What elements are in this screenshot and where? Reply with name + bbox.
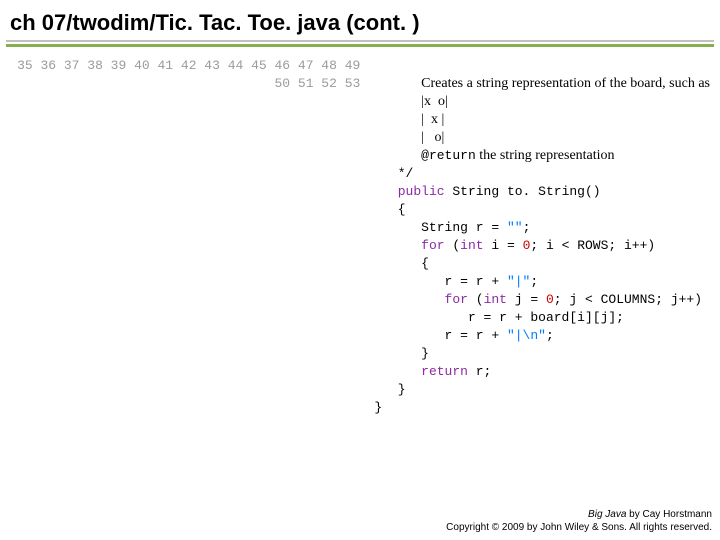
slide-title: ch 07/twodim/Tic. Tac. Toe. java (cont. …	[0, 0, 720, 40]
code-line: public String to. String()	[374, 184, 600, 199]
code-line: for (int i = 0; i < ROWS; i++)	[374, 238, 655, 253]
footer-line-2: Copyright © 2009 by John Wiley & Sons. A…	[446, 521, 712, 534]
line-number-gutter: 35 36 37 38 39 40 41 42 43 44 45 46 47 4…	[10, 57, 374, 93]
code-line: | x |	[374, 112, 444, 127]
code-line: }	[374, 400, 382, 415]
code-line: }	[374, 382, 405, 397]
code-line: @return the string representation	[374, 148, 614, 163]
code-block: 35 36 37 38 39 40 41 42 43 44 45 46 47 4…	[0, 47, 720, 417]
code-line: |x o|	[374, 94, 447, 109]
code-line: return r;	[374, 364, 491, 379]
slide-footer: Big Java by Cay Horstmann Copyright © 20…	[446, 508, 712, 534]
code-line: r = r + "|\n";	[374, 328, 553, 343]
code-line: {	[374, 256, 429, 271]
code-listing: Creates a string representation of the b…	[374, 57, 710, 417]
code-line: }	[374, 346, 429, 361]
code-line: r = r + board[i][j];	[374, 310, 624, 325]
code-line: String r = "";	[374, 220, 530, 235]
code-line: r = r + "|";	[374, 274, 538, 289]
code-line: for (int j = 0; j < COLUMNS; j++)	[374, 292, 702, 307]
code-line: Creates a string representation of the b…	[374, 76, 710, 91]
code-line: {	[374, 202, 405, 217]
code-line: */	[374, 166, 413, 181]
footer-line-1: Big Java by Cay Horstmann	[446, 508, 712, 521]
code-line: | o|	[374, 130, 444, 145]
title-rule-grey	[6, 40, 714, 42]
